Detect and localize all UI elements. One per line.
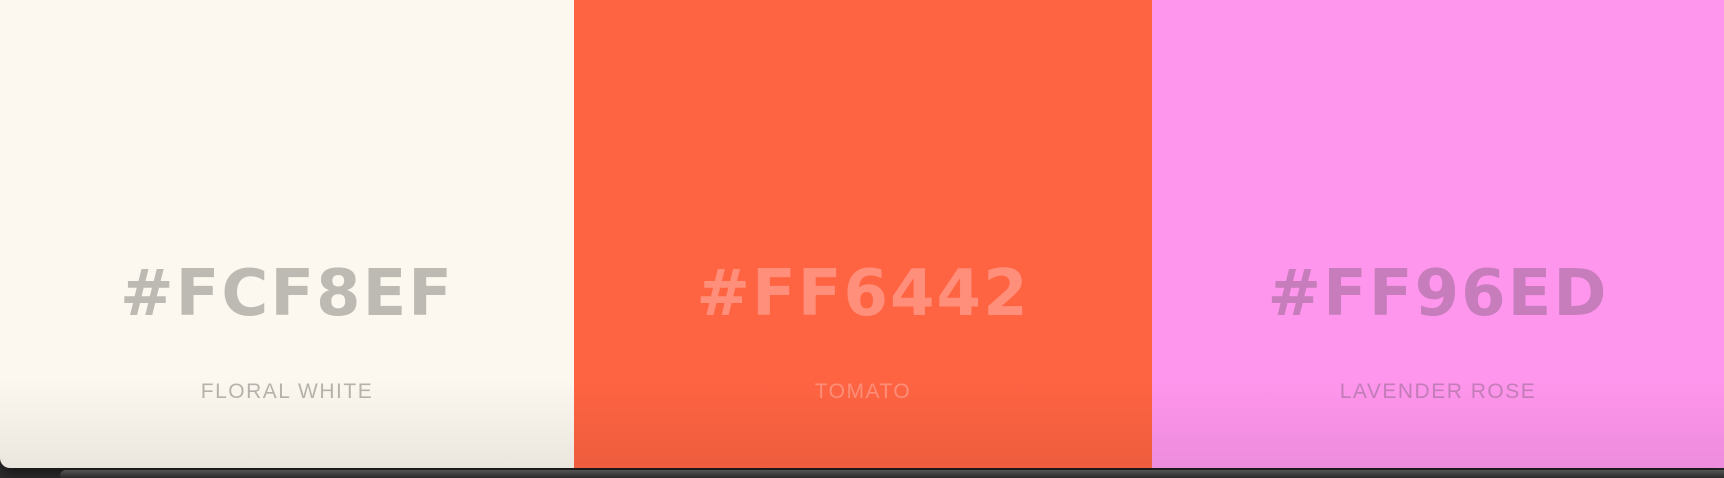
swatch-color-name: FLORAL WHITE <box>200 380 374 403</box>
screenshot-stage: #FCF8EF FLORAL WHITE #FF6442 TOMATO #FF9… <box>0 0 1724 478</box>
swatch-color-name: TOMATO <box>814 380 912 403</box>
color-swatch-tomato[interactable]: #FF6442 TOMATO <box>574 0 1152 468</box>
swatch-hex-code[interactable]: #FF6442 <box>574 262 1152 326</box>
swatch-hex-code[interactable]: #FF96ED <box>1152 262 1724 326</box>
background-window-edge <box>60 470 1724 478</box>
swatch-color-name: LAVENDER ROSE <box>1339 380 1537 403</box>
palette-window: #FCF8EF FLORAL WHITE #FF6442 TOMATO #FF9… <box>0 0 1724 468</box>
swatch-hex-code[interactable]: #FCF8EF <box>0 262 574 326</box>
color-swatch-floral-white[interactable]: #FCF8EF FLORAL WHITE <box>0 0 574 468</box>
color-swatch-lavender-rose[interactable]: #FF96ED LAVENDER ROSE <box>1152 0 1724 468</box>
